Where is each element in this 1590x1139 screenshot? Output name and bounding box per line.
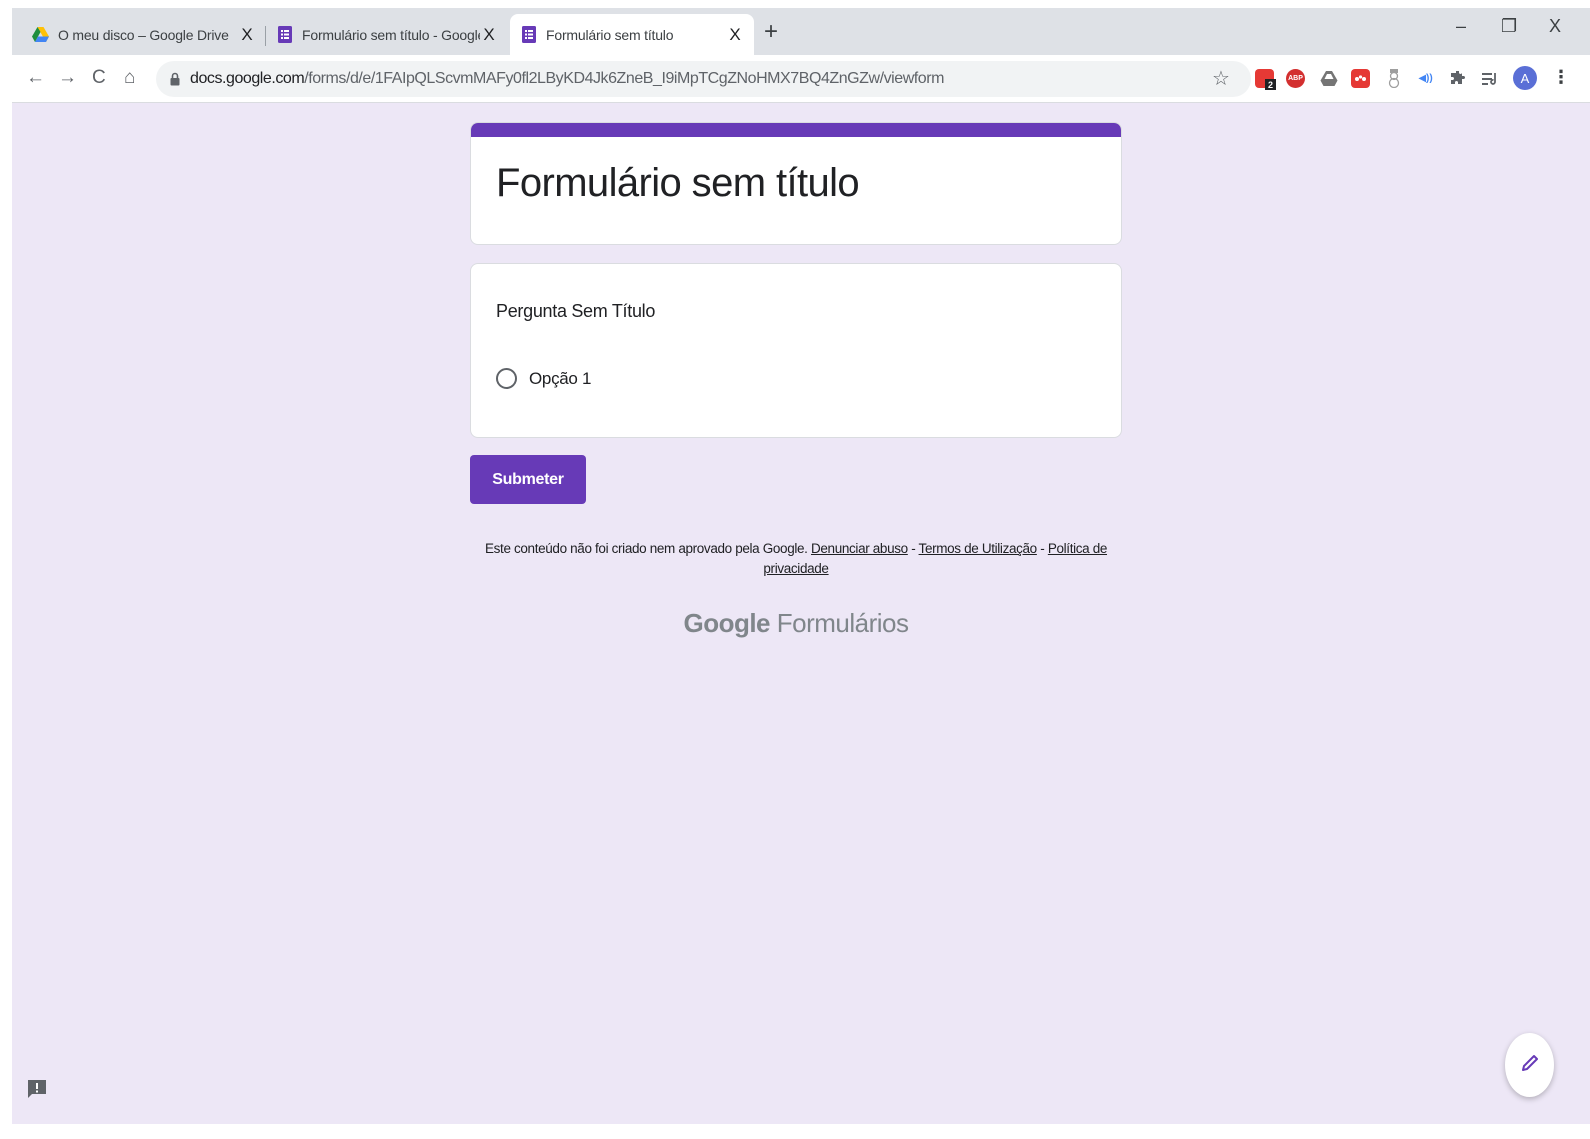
accent-bar [471,123,1121,137]
reading-list-icon[interactable] [1481,69,1500,88]
url-path: /forms/d/e/1FAIpQLScvmMAFy0fl2LByKD4Jk6Z… [304,70,944,87]
forward-button[interactable]: → [58,67,77,89]
calendar-extension-icon[interactable]: 2 [1255,69,1276,90]
form-title: Formulário sem título [496,161,860,205]
url-host: docs.google.com [190,70,305,87]
pencil-icon [1520,1053,1540,1078]
adblock-plus-icon[interactable]: ABP [1286,69,1305,88]
terms-link[interactable]: Termos de Utilização [919,541,1038,556]
close-tab-icon[interactable]: X [238,25,256,44]
close-tab-icon[interactable]: X [480,25,498,44]
question-card: Pergunta Sem Título Opção 1 [470,263,1122,438]
option-label: Opção 1 [529,368,592,388]
snowman-extension-icon[interactable] [1384,69,1403,88]
close-tab-icon[interactable]: X [726,25,744,44]
close-window-button[interactable]: X [1549,16,1561,37]
bookmark-star-icon[interactable]: ☆ [1212,66,1230,91]
form-header-card: Formulário sem título [470,122,1122,245]
link-separator: - [1040,541,1045,556]
reload-button[interactable]: C [92,67,106,89]
brand-google: Google [683,608,771,638]
report-abuse-link[interactable]: Denunciar abuso [811,541,908,556]
new-tab-button[interactable]: + [764,20,778,44]
minimize-button[interactable]: – [1456,16,1466,37]
tab-label: Formulário sem título [546,26,674,43]
home-button[interactable]: ⌂ [124,67,135,89]
tab-forms-editor[interactable]: Formulário sem título - Google Fo X [266,14,508,55]
extension-badge: 2 [1265,79,1276,90]
tab-label: O meu disco – Google Drive [58,26,229,43]
submit-button[interactable]: Submeter [470,455,586,504]
brand-product: Formulários [776,608,909,638]
audio-extension-icon[interactable]: ◀)) [1416,69,1435,88]
drive-extension-icon[interactable] [1319,69,1338,88]
tab-label: Formulário sem título - Google Fo [302,26,480,43]
tab-drive[interactable]: O meu disco – Google Drive X [12,14,266,55]
google-forms-icon [520,26,537,43]
tab-form-view[interactable]: Formulário sem título X [510,14,754,55]
address-bar[interactable]: docs.google.com/forms/d/e/1FAIpQLScvmMAF… [156,61,1251,97]
back-button[interactable]: ← [26,67,45,89]
report-problem-icon[interactable] [26,1078,48,1100]
lock-icon [170,72,180,86]
browser-window: O meu disco – Google Drive X Formulário … [12,8,1590,1124]
profile-avatar[interactable]: A [1513,66,1537,90]
disclaimer: Este conteúdo não foi criado nem aprovad… [470,539,1122,579]
restore-button[interactable]: ❐ [1501,16,1517,37]
link-separator: - [911,541,916,556]
tab-strip: O meu disco – Google Drive X Formulário … [12,8,1590,55]
option-1[interactable]: Opção 1 [496,368,591,389]
mendeley-icon[interactable] [1351,69,1370,88]
radio-button[interactable] [496,368,517,389]
disclaimer-text: Este conteúdo não foi criado nem aprovad… [484,541,808,556]
browser-toolbar: ← → C ⌂ docs.google.com/forms/d/e/1FAIpQ… [12,55,1590,103]
puzzle-extensions-icon[interactable] [1449,69,1468,88]
browser-menu-icon[interactable]: ⋮ [1552,67,1570,88]
question-title: Pergunta Sem Título [496,301,656,321]
google-forms-icon [276,26,293,43]
url-text: docs.google.com/forms/d/e/1FAIpQLScvmMAF… [190,70,944,88]
google-drive-icon [32,26,49,43]
edit-form-button[interactable] [1505,1033,1554,1097]
google-forms-logo[interactable]: Google Formulários [470,608,1122,639]
